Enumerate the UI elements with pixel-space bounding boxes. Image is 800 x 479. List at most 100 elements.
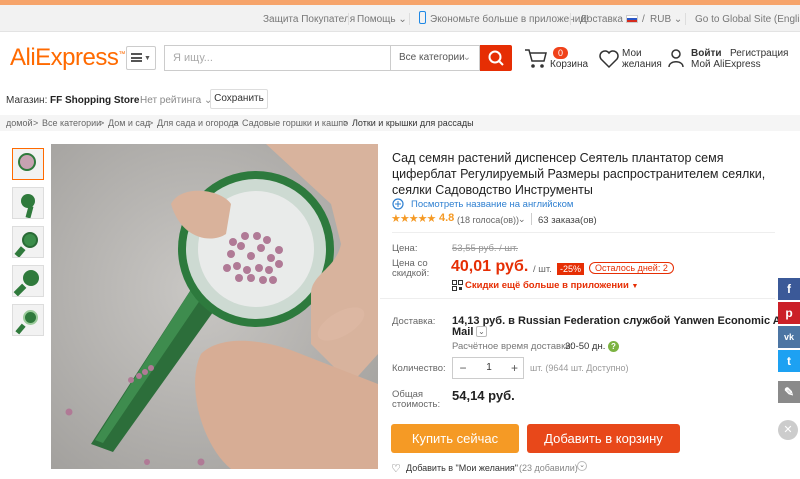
heart-icon [599, 50, 619, 69]
help-icon[interactable]: ? [608, 341, 619, 352]
search-box [164, 45, 390, 71]
sale-unit: / шт. [533, 264, 552, 275]
quantity-increase-button[interactable]: + [505, 358, 524, 378]
login-link[interactable]: Войти [691, 48, 722, 59]
breadcrumb-separator: > [233, 118, 239, 128]
currency-label: RUB [650, 14, 672, 25]
ship-to-label[interactable]: Доставка в [580, 14, 631, 25]
shipping-info-line2: Mail [452, 326, 474, 338]
register-link[interactable]: Регистрация [730, 48, 788, 59]
app-link[interactable]: Экономьте больше в приложении! [430, 14, 589, 25]
quantity-input[interactable]: 1 [473, 358, 505, 378]
buy-now-button[interactable]: Купить сейчас [391, 424, 519, 453]
thumbnail[interactable] [12, 148, 44, 180]
original-price: 53,55 руб. / шт. [452, 243, 519, 254]
top-bar: Защита Покупателя Помощь ⌄ Экономьте бол… [0, 5, 800, 32]
thumbnail[interactable] [12, 226, 44, 258]
shipping-options-chevron-icon[interactable]: ⌄ [476, 326, 487, 337]
edit-icon[interactable]: ✎ [778, 381, 800, 403]
thumbnail[interactable] [12, 304, 44, 336]
store-name-link[interactable]: FF Shopping Store [50, 95, 139, 106]
store-rating[interactable]: Нет рейтинга ⌄ [140, 95, 212, 106]
aliexpress-logo[interactable]: AliExpress™ [10, 44, 125, 72]
qr-code-icon [452, 280, 463, 291]
save-store-button[interactable]: Сохранить [210, 89, 268, 109]
cart-label: Корзина [550, 59, 589, 70]
vk-icon[interactable]: vk [778, 326, 800, 348]
product-photo [51, 144, 378, 469]
chevron-down-icon: ▼ [144, 54, 151, 62]
app-discount-link[interactable]: Скидки ещё больше в приложении ▼ [465, 280, 638, 291]
category-select-label: Все категории [399, 52, 465, 63]
quantity-decrease-button[interactable]: − [453, 358, 473, 378]
rating-value: 4.8 [439, 212, 455, 224]
category-menu-button[interactable]: ▼ [126, 46, 156, 70]
breadcrumb-item[interactable]: домой [6, 118, 32, 128]
breadcrumb-item[interactable]: Садовые горшки и кашпо [242, 118, 348, 128]
quantity-label: Количество: [392, 363, 446, 374]
breadcrumb-item[interactable]: Дом и сад [108, 118, 150, 128]
breadcrumb-item[interactable]: Все категории [42, 118, 101, 128]
help-link[interactable]: Помощь ⌄ [357, 14, 407, 25]
quantity-available: шт. (9644 шт. Доступно) [530, 363, 629, 373]
thumbnail-list [12, 148, 44, 338]
wishlist-link[interactable]: Мои желания [598, 46, 662, 72]
divider [348, 13, 349, 25]
breadcrumb-separator: > [148, 118, 154, 128]
cart-icon [525, 49, 547, 68]
translate-icon [392, 198, 404, 210]
global-site-link[interactable]: Go to Global Site (English) [695, 14, 800, 25]
divider [570, 13, 571, 25]
close-icon[interactable]: ✕ [778, 420, 798, 440]
search-icon [488, 50, 504, 66]
category-select[interactable]: Все категории ⌄ [390, 45, 480, 71]
shipping-label: Доставка: [392, 316, 436, 327]
add-to-cart-button[interactable]: Добавить в корзину [527, 424, 680, 453]
divider [409, 13, 410, 25]
twitter-icon[interactable]: t [778, 350, 800, 372]
days-left-badge: Осталось дней: 2 [589, 262, 674, 274]
wishlist-label-1: Мои [622, 48, 642, 59]
cart-count-badge: 0 [553, 47, 569, 59]
wishlist-label-2: желания [622, 59, 662, 70]
hamburger-icon [131, 52, 143, 62]
search-button[interactable] [480, 45, 512, 71]
rating-stars: ★★★★★ [391, 213, 436, 225]
separator-slash: / [642, 14, 645, 25]
product-main-image[interactable] [51, 144, 378, 469]
divider [392, 232, 775, 233]
price-label: Цена: [392, 243, 418, 254]
pinterest-icon[interactable]: p [778, 302, 800, 324]
total-price: 54,14 руб. [452, 388, 515, 403]
store-label: Магазин: [6, 95, 48, 106]
image-caption [135, 472, 315, 479]
chevron-down-icon: ⌄ [462, 52, 471, 63]
add-to-wishlist-link[interactable]: Добавить в "Мои желания" [406, 463, 518, 473]
my-aliexpress-link[interactable]: Мой AliExpress [691, 59, 761, 70]
view-english-title-link[interactable]: Посмотреть название на английском [411, 199, 573, 210]
chevron-down-icon[interactable]: ⌄ [577, 461, 587, 471]
search-input[interactable] [165, 46, 390, 70]
chevron-down-icon[interactable]: ⌄ [518, 214, 526, 225]
breadcrumb-item[interactable]: Для сада и огорода [157, 118, 239, 128]
buyer-protection-link[interactable]: Защита Покупателя [263, 14, 355, 25]
total-label-2: стоимость: [392, 399, 441, 410]
chevron-down-icon: ⌄ [398, 14, 407, 25]
logo-text: AliExpress [10, 44, 119, 71]
divider [380, 298, 775, 299]
facebook-icon[interactable]: f [778, 278, 800, 300]
reviews-link[interactable]: (18 голоса(ов)) [457, 215, 519, 225]
currency-selector[interactable]: RUB ⌄ [650, 14, 682, 25]
product-title: Сад семян растений диспенсер Сеятель пла… [392, 151, 766, 197]
delivery-time-value: 30-50 дн. [565, 341, 606, 352]
help-label: Помощь [357, 14, 396, 25]
wishlist-count: (23 добавили) [519, 463, 578, 473]
shipping-info: 14,13 руб. в Russian Federation службой … [452, 315, 788, 327]
thumbnail[interactable] [12, 187, 44, 219]
user-icon [668, 49, 684, 68]
sale-price: 40,01 руб. [451, 258, 529, 275]
breadcrumb-separator: > [343, 118, 349, 128]
thumbnail[interactable] [12, 265, 44, 297]
breadcrumb-separator: > [33, 118, 39, 128]
store-rating-label: Нет рейтинга [140, 95, 202, 106]
